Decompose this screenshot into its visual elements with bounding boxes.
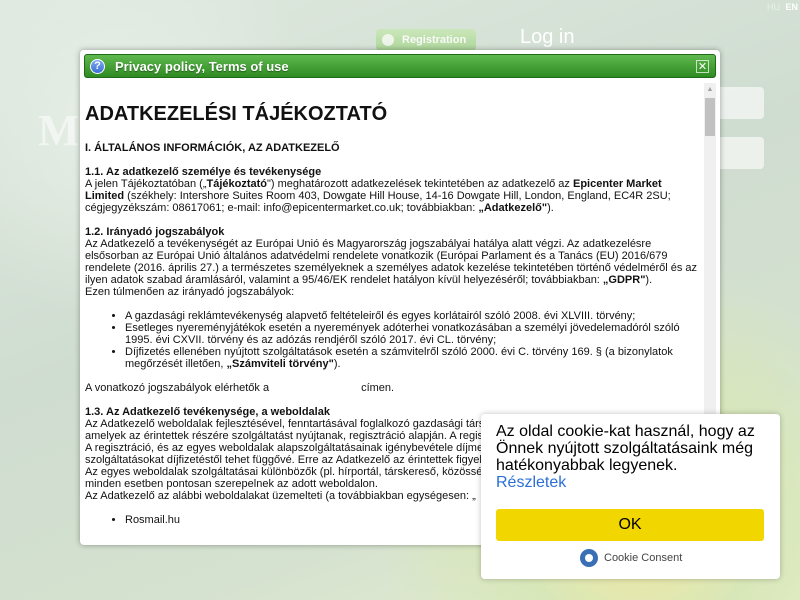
paragraph-controller: A jelen Tájékoztatóban („Tájékoztató") m… — [85, 178, 671, 214]
username-field[interactable] — [716, 87, 764, 119]
cookie-consent-brand[interactable]: Cookie Consent — [580, 549, 682, 567]
dialog-title: Privacy policy, Terms of use — [115, 58, 289, 74]
login-link[interactable]: Log in — [520, 26, 575, 49]
law-list: A gazdasági reklámtevékenység alapvető f… — [85, 310, 698, 370]
registration-label: Registration — [402, 34, 467, 46]
cookie-message: Az oldal cookie-kat használ, hogy az Önn… — [496, 423, 755, 491]
scroll-thumb[interactable] — [705, 98, 715, 136]
list-item: Esetleges nyereményjátékok esetén a nyer… — [125, 322, 698, 346]
cookie-details-link[interactable]: Részletek — [496, 474, 566, 491]
section-heading: I. ÁLTALÁNOS INFORMÁCIÓK, AZ ADATKEZELŐ — [85, 142, 340, 154]
subsection-heading: 1.1. Az adatkezelő személye és tevékenys… — [85, 166, 322, 178]
registration-icon — [382, 34, 394, 46]
paragraph-law-link: A vonatkozó jogszabályok elérhetők a címe… — [85, 382, 395, 394]
paragraph-laws-more: Ezen túlmenően az irányadó jogszabályok: — [85, 286, 295, 298]
scroll-up-icon[interactable]: ▲ — [704, 83, 716, 97]
dialog-titlebar: ? Privacy policy, Terms of use ✕ — [84, 54, 716, 78]
subsection-heading: 1.2. Irányadó jogszabályok — [85, 226, 225, 238]
help-icon: ? — [90, 58, 105, 74]
cookie-banner: Az oldal cookie-kat használ, hogy az Önn… — [481, 414, 780, 579]
cookie-consent-icon — [580, 549, 598, 567]
list-item: A gazdasági reklámtevékenység alapvető f… — [125, 310, 698, 322]
lang-en-link[interactable]: EN — [785, 2, 798, 12]
registration-button[interactable]: Registration — [376, 29, 476, 51]
language-switcher: HU EN — [764, 2, 798, 12]
cookie-ok-button[interactable]: OK — [496, 509, 764, 541]
cookie-consent-label: Cookie Consent — [604, 552, 683, 564]
paragraph-laws: Az Adatkezelő a tevékenységét az Európai… — [85, 238, 698, 286]
close-icon[interactable]: ✕ — [696, 60, 709, 73]
list-item: Díjfizetés ellenében nyújtott szolgáltat… — [125, 346, 698, 370]
document-heading: ADATKEZELÉSI TÁJÉKOZTATÓ — [85, 103, 388, 125]
password-field[interactable] — [716, 137, 764, 169]
lang-hu-link[interactable]: HU — [767, 2, 780, 12]
